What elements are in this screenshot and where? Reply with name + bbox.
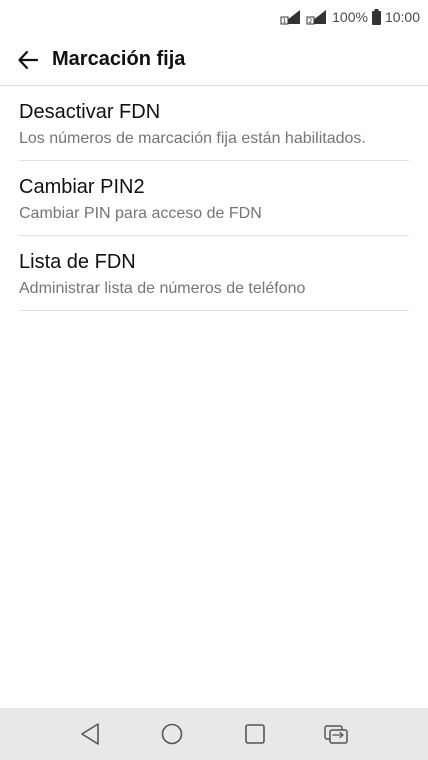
nav-recents-button[interactable] [239, 718, 271, 750]
clock: 10:00 [384, 9, 420, 25]
setting-subtitle: Cambiar PIN para acceso de FDN [19, 205, 262, 222]
page-title: Marcación fija [52, 48, 186, 70]
setting-title: Desactivar FDN [19, 101, 161, 123]
svg-text:1: 1 [283, 18, 287, 25]
back-arrow-icon [18, 50, 39, 69]
setting-subtitle: Administrar lista de números de teléfono [19, 280, 306, 297]
nav-back-button[interactable] [74, 718, 106, 750]
dual-window-icon [324, 725, 348, 744]
nav-dual-window-button[interactable] [320, 718, 352, 750]
battery-icon [371, 9, 381, 25]
setting-subtitle: Los números de marcación fija están habi… [19, 130, 366, 147]
back-button[interactable] [6, 38, 50, 82]
sim1-signal-icon: 1 [280, 10, 301, 25]
status-bar: 1 2 100% 10:00 [0, 0, 428, 34]
setting-title: Lista de FDN [19, 251, 136, 273]
battery-percent: 100% [332, 9, 368, 25]
setting-title: Cambiar PIN2 [19, 176, 145, 198]
settings-list: Desactivar FDN Los números de marcación … [0, 86, 428, 311]
setting-fdn-list[interactable]: Lista de FDN Administrar lista de número… [19, 236, 409, 311]
setting-disable-fdn[interactable]: Desactivar FDN Los números de marcación … [19, 86, 409, 161]
svg-text:2: 2 [309, 18, 313, 25]
recents-square-icon [245, 724, 265, 744]
app-bar: Marcación fija [0, 34, 428, 86]
back-triangle-icon [81, 723, 99, 745]
setting-change-pin2[interactable]: Cambiar PIN2 Cambiar PIN para acceso de … [19, 161, 409, 236]
sim2-signal-icon: 2 [306, 10, 327, 25]
nav-home-button[interactable] [156, 718, 188, 750]
home-circle-icon [161, 723, 183, 745]
navigation-bar [0, 708, 428, 760]
